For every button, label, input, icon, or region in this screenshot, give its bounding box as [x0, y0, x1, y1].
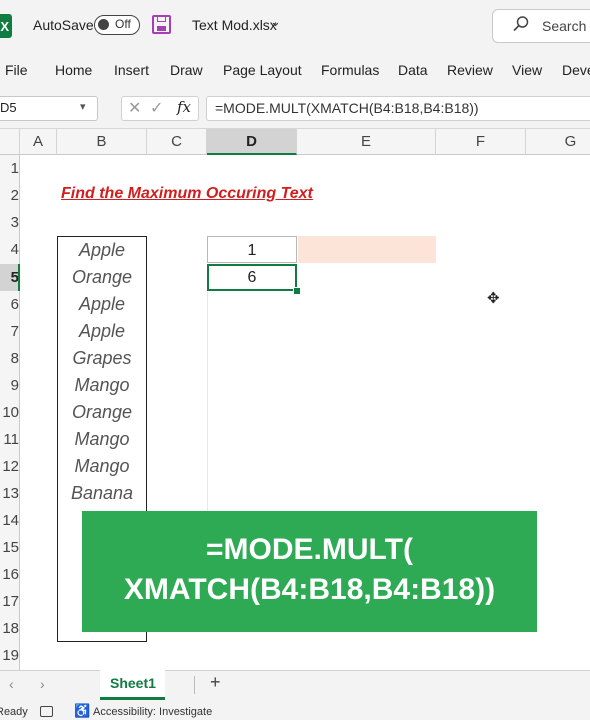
accessibility-status[interactable]: Accessibility: Investigate: [93, 706, 212, 718]
tab-insert[interactable]: Insert: [114, 62, 149, 78]
tab-file[interactable]: File: [5, 62, 28, 78]
column-header-selected[interactable]: D: [207, 129, 297, 155]
status-ready: Ready: [0, 706, 28, 718]
row-header[interactable]: 11: [0, 426, 19, 453]
row-header[interactable]: 1: [0, 155, 19, 182]
list-item[interactable]: Apple: [57, 291, 147, 318]
insert-function-icon[interactable]: fx: [177, 98, 191, 116]
column-header[interactable]: E: [297, 129, 436, 155]
tab-data[interactable]: Data: [398, 62, 428, 78]
fill-handle[interactable]: [293, 287, 301, 295]
column-header[interactable]: C: [147, 129, 207, 155]
list-item[interactable]: Orange: [57, 264, 147, 291]
list-item[interactable]: Mango: [57, 372, 147, 399]
row-header[interactable]: 10: [0, 399, 19, 426]
sheet-heading: Find the Maximum Occuring Text: [61, 185, 313, 202]
sheet-tab-bar: [0, 670, 590, 702]
excel-logo-icon: X: [0, 14, 12, 38]
list-item[interactable]: Mango: [57, 426, 147, 453]
tab-divider: [194, 676, 195, 694]
column-header[interactable]: G: [526, 129, 590, 155]
chevron-left-icon[interactable]: ‹: [9, 676, 14, 692]
tab-review[interactable]: Review: [447, 62, 493, 78]
list-item[interactable]: Grapes: [57, 345, 147, 372]
save-icon-slot: [157, 17, 166, 22]
row-header[interactable]: 7: [0, 318, 19, 345]
macro-recording-icon[interactable]: [40, 706, 53, 717]
add-sheet-button[interactable]: +: [210, 672, 221, 693]
select-all-corner[interactable]: [0, 129, 20, 155]
row-header[interactable]: 17: [0, 588, 19, 615]
list-item[interactable]: Banana: [57, 480, 147, 507]
accessibility-icon[interactable]: ♿: [74, 703, 90, 719]
active-cell[interactable]: 6: [207, 264, 297, 291]
excel-logo-letter: X: [0, 18, 9, 34]
row-header[interactable]: 16: [0, 561, 19, 588]
row-header[interactable]: 14: [0, 507, 19, 534]
chevron-right-icon[interactable]: ›: [40, 676, 45, 692]
search-placeholder: Search: [542, 18, 587, 34]
highlighted-cell[interactable]: [298, 236, 436, 263]
column-header[interactable]: B: [57, 129, 147, 155]
list-item[interactable]: Apple: [57, 318, 147, 345]
tab-formulas[interactable]: Formulas: [321, 62, 379, 78]
save-icon-label: [157, 26, 166, 31]
save-icon[interactable]: [152, 15, 171, 34]
row-header[interactable]: 13: [0, 480, 19, 507]
chevron-down-icon[interactable]: ⌄: [270, 14, 281, 30]
file-name[interactable]: Text Mod.xlsx: [192, 17, 277, 33]
list-item[interactable]: Orange: [57, 399, 147, 426]
row-header[interactable]: 19: [0, 642, 19, 669]
tab-developer[interactable]: Deve: [562, 62, 590, 78]
tab-draw[interactable]: Draw: [170, 62, 203, 78]
autosave-state: Off: [115, 17, 131, 31]
row-header[interactable]: 8: [0, 345, 19, 372]
row-header[interactable]: 2: [0, 182, 19, 209]
sheet-tab-label: Sheet1: [110, 675, 156, 691]
gridline: [207, 292, 208, 512]
list-item[interactable]: Apple: [57, 237, 147, 264]
row-header[interactable]: 12: [0, 453, 19, 480]
autosave-toggle[interactable]: Off: [94, 15, 140, 35]
cell-cursor-icon: ✥: [487, 290, 500, 307]
formula-text: =MODE.MULT(XMATCH(B4:B18,B4:B18)): [215, 100, 479, 116]
check-icon[interactable]: ✓: [150, 98, 163, 118]
row-header[interactable]: 6: [0, 291, 19, 318]
row-header[interactable]: 18: [0, 615, 19, 642]
tab-view[interactable]: View: [512, 62, 542, 78]
search-icon: [513, 16, 529, 32]
list-item[interactable]: Mango: [57, 453, 147, 480]
cancel-icon[interactable]: ✕: [128, 98, 141, 118]
row-selection-indicator: [18, 264, 20, 291]
formula-overlay-banner: =MODE.MULT( XMATCH(B4:B18,B4:B18)): [82, 511, 537, 632]
row-header[interactable]: 4: [0, 236, 19, 263]
banner-line-2: XMATCH(B4:B18,B4:B18)): [123, 573, 496, 606]
row-header[interactable]: 9: [0, 372, 19, 399]
result-cell[interactable]: 1: [207, 236, 297, 263]
autosave-label: AutoSave: [33, 17, 94, 33]
tab-page-layout[interactable]: Page Layout: [223, 62, 302, 78]
tab-home[interactable]: Home: [55, 62, 92, 78]
row-header-selected[interactable]: 5: [0, 264, 19, 291]
column-header[interactable]: A: [20, 129, 57, 155]
banner-line-1: =MODE.MULT(: [206, 533, 413, 566]
column-header[interactable]: F: [436, 129, 526, 155]
name-box-chevron-icon[interactable]: ▾: [80, 100, 86, 113]
row-header[interactable]: 3: [0, 209, 19, 236]
row-header[interactable]: 15: [0, 534, 19, 561]
toggle-knob: [98, 19, 109, 30]
name-box-value: D5: [0, 100, 17, 115]
